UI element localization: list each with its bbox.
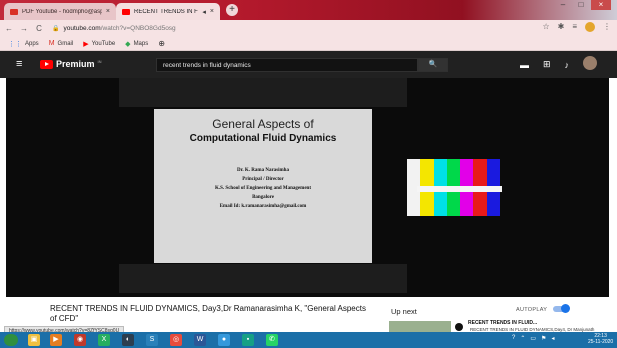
clock-date: 25-11-2020 [588, 339, 614, 345]
globe-icon[interactable]: ⊕ [158, 39, 165, 48]
bookmark-label: YouTube [91, 40, 116, 47]
close-tab-icon[interactable]: × [210, 8, 214, 15]
media-player-icon[interactable]: ▶ [50, 334, 62, 346]
record-icon [455, 323, 463, 331]
account-avatar[interactable] [583, 56, 598, 70]
youtube-header: ≡ Premium IN recent trends in fluid dyna… [0, 51, 617, 78]
zoom-icon[interactable]: ▪ [242, 334, 254, 346]
extension-icon[interactable]: ✱ [558, 22, 565, 32]
tray-arrow-icon[interactable]: ⌃ [520, 335, 525, 342]
speaker-icon[interactable]: ◂ [202, 8, 206, 16]
slide-institution: K.S. School of Engineering and Managemen… [215, 186, 311, 191]
maps-icon: ◆ [125, 40, 131, 48]
bookmark-apps[interactable]: ⋮⋮ Apps [8, 40, 39, 48]
slide-email: Email Id: k.ramanarasimha@gmail.com [219, 204, 307, 209]
hamburger-menu-icon[interactable]: ≡ [16, 59, 22, 70]
bookmark-star-icon[interactable]: ☆ [542, 22, 549, 32]
excel-icon[interactable]: X [98, 334, 110, 346]
file-explorer-icon[interactable]: ▣ [28, 334, 40, 346]
network-icon[interactable]: ▭ [530, 335, 536, 342]
app-icon[interactable]: ◉ [74, 334, 86, 346]
test-bar-band [417, 186, 502, 192]
windows-taskbar: ▣ ▶ ◉ X ◐ S ◎ W ● ▪ ✆ ? ⌃ ▭ ⚑ ◂ 22:13 25… [0, 332, 617, 348]
new-tab-button[interactable]: + [226, 4, 238, 16]
slide-author: Dr. K. Rama Narasimha [237, 168, 289, 173]
word-icon[interactable]: W [194, 334, 206, 346]
maximize-icon[interactable]: □ [573, 0, 589, 10]
toolbar-actions: ☆ ✱ ≡ ⋮ [542, 22, 611, 32]
youtube-premium-logo[interactable]: Premium IN [40, 59, 102, 69]
volume-icon[interactable]: ◂ [551, 335, 554, 342]
profile-avatar-icon[interactable] [585, 22, 595, 32]
slide-title-line1: General Aspects of [212, 117, 314, 131]
tab-youtube-video[interactable]: RECENT TRENDS IN FLUID D ◂ × [116, 3, 220, 20]
lock-icon: 🔒 [52, 26, 60, 32]
apps-grid-icon: ⋮⋮ [8, 40, 22, 48]
tab-title: PDF Youtube - hodmpho@aspir... [22, 8, 102, 15]
slide-speaker-info: Dr. K. Rama Narasimha Principal / Direct… [154, 166, 372, 211]
country-code: IN [97, 59, 102, 64]
browser-toolbar: ← → C 🔒 youtube.com/watch?v=QNBO8Gd5osg … [0, 20, 617, 37]
skype-icon[interactable]: S [146, 334, 158, 346]
menu-kebab-icon[interactable]: ⋮ [603, 22, 611, 32]
bookmark-youtube[interactable]: ▶ YouTube [83, 40, 115, 48]
back-icon[interactable]: ← [3, 24, 15, 33]
bookmark-label: Apps [25, 40, 39, 47]
video-player[interactable]: General Aspects of Computational Fluid D… [6, 78, 609, 297]
address-path: /watch?v=QNBO8Gd5osg [100, 25, 176, 32]
slide-city: Bangalore [252, 195, 274, 200]
system-tray: ? ⌃ ▭ ⚑ ◂ [512, 335, 554, 342]
browser-tab-strip: PDF Youtube - hodmpho@aspir... × RECENT … [0, 0, 617, 20]
bookmark-maps[interactable]: ◆ Maps [125, 40, 148, 48]
logo-text: Premium [56, 59, 95, 69]
youtube-favicon-icon [122, 8, 130, 15]
next-video-thumbnail[interactable] [389, 321, 451, 332]
notifications-bell-icon[interactable]: ♪ [565, 60, 570, 70]
gmail-favicon-icon [10, 8, 18, 15]
slide-title-line2: Computational Fluid Dynamics [189, 133, 337, 144]
autoplay-toggle[interactable] [553, 304, 570, 313]
app-icon[interactable]: ◐ [122, 334, 134, 346]
up-next-label: Up next [391, 307, 417, 316]
search-button[interactable]: 🔍 [418, 58, 448, 72]
help-icon[interactable]: ? [512, 335, 515, 342]
presentation-slide: General Aspects of Computational Fluid D… [154, 109, 372, 263]
apps-grid-icon[interactable]: ⊞ [543, 59, 551, 70]
forward-icon[interactable]: → [18, 24, 30, 33]
color-test-bars [407, 159, 502, 216]
youtube-icon: ▶ [83, 40, 89, 48]
video-letterbox-top [119, 78, 407, 107]
chrome-icon[interactable]: ◎ [170, 334, 182, 346]
tab-gmail[interactable]: PDF Youtube - hodmpho@aspir... × [4, 3, 116, 20]
close-window-icon[interactable]: × [591, 0, 611, 10]
search-input[interactable]: recent trends in fluid dynamics [156, 58, 418, 72]
create-video-icon[interactable]: ▬ [520, 60, 529, 70]
next-video-title[interactable]: RECENT TRENDS IN FLUID... [468, 320, 537, 326]
bookmark-label: Gmail [57, 40, 74, 47]
media-icon[interactable]: ≡ [572, 22, 577, 32]
taskbar-clock[interactable]: 22:13 25-11-2020 [588, 333, 613, 345]
reload-icon[interactable]: C [33, 24, 45, 33]
bookmarks-bar: ⋮⋮ Apps M Gmail ▶ YouTube ◆ Maps ⊕ [0, 37, 617, 51]
window-controls: – □ × [555, 0, 611, 12]
close-tab-icon[interactable]: × [106, 8, 110, 15]
minimize-icon[interactable]: – [555, 0, 571, 10]
video-letterbox-bottom [119, 264, 407, 293]
flag-icon[interactable]: ⚑ [541, 335, 546, 342]
address-bar[interactable]: 🔒 youtube.com/watch?v=QNBO8Gd5osg [52, 22, 532, 35]
autoplay-label: AUTOPLAY [516, 307, 548, 313]
app-icon[interactable]: ● [218, 334, 230, 346]
slide-position: Principal / Director [242, 177, 284, 182]
video-title: RECENT TRENDS IN FLUID DYNAMICS, Day3,Dr… [50, 304, 366, 323]
bookmark-gmail[interactable]: M Gmail [49, 40, 74, 47]
header-actions: ▬ ⊞ ♪ [520, 56, 598, 70]
bookmark-label: Maps [133, 40, 149, 47]
tab-title: RECENT TRENDS IN FLUID D [134, 8, 198, 15]
gmail-icon: M [48, 40, 55, 47]
youtube-play-logo-icon [40, 59, 53, 69]
address-host: youtube.com [63, 25, 101, 32]
whatsapp-icon[interactable]: ✆ [266, 334, 278, 346]
start-button-icon[interactable] [4, 334, 18, 346]
